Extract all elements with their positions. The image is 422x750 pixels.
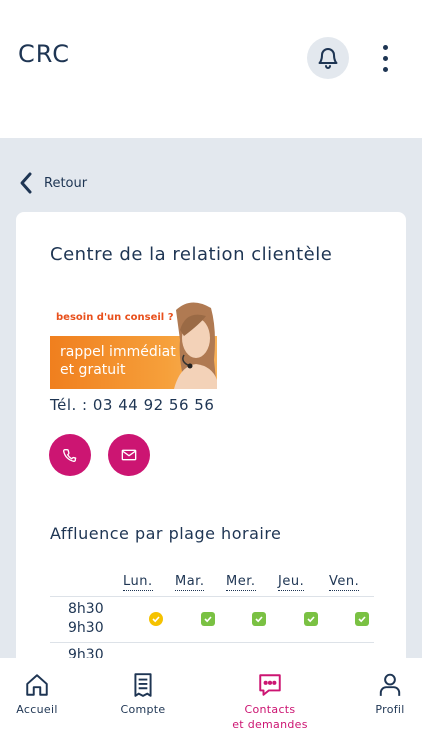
- receipt-icon: [134, 673, 152, 697]
- call-button[interactable]: [49, 434, 91, 476]
- chat-icon: [259, 674, 281, 696]
- affluence-title: Affluence par plage horaire: [50, 524, 282, 543]
- day-header-fri: Ven.: [329, 574, 360, 591]
- notifications-button[interactable]: [307, 37, 349, 79]
- table-divider: [50, 642, 374, 643]
- more-options-button[interactable]: [372, 40, 398, 76]
- app-header: CRC: [0, 0, 422, 138]
- day-header-thu: Jeu.: [278, 574, 305, 591]
- affluence-indicator: [201, 612, 215, 626]
- affluence-indicator: [304, 612, 318, 626]
- nav-item-accueil[interactable]: Accueil: [12, 672, 62, 717]
- agent-photo: [174, 302, 217, 389]
- nav-label: Compte: [120, 703, 166, 716]
- banner-line-3: et gratuit: [60, 362, 126, 378]
- nav-label: Accueil: [16, 703, 58, 716]
- card-title: Centre de la relation clientèle: [50, 244, 333, 265]
- home-icon: [26, 674, 48, 696]
- day-header-mon: Lun.: [123, 574, 153, 591]
- day-header-wed: Mer.: [226, 574, 256, 591]
- nav-item-compte[interactable]: Compte: [112, 672, 174, 717]
- page-title: CRC: [18, 40, 70, 68]
- phone-icon: [63, 448, 77, 462]
- nav-label: Profil: [375, 703, 405, 716]
- phone-number: Tél. : 03 44 92 56 56: [50, 396, 215, 414]
- nav-label: Contacts et demandes: [232, 703, 308, 731]
- affluence-indicator: [252, 612, 266, 626]
- back-label: Retour: [44, 175, 88, 191]
- table-divider: [50, 596, 374, 597]
- more-vertical-icon: [382, 44, 388, 50]
- mail-icon: [121, 449, 137, 461]
- chevron-left-icon: [20, 172, 32, 194]
- day-header-tue: Mar.: [175, 574, 205, 591]
- callback-banner[interactable]: besoin d'un conseil ? rappel immédiat et…: [50, 300, 217, 389]
- back-link[interactable]: Retour: [18, 170, 87, 196]
- banner-headline: besoin d'un conseil ?: [56, 312, 174, 323]
- bottom-navigation: Accueil Compte Contacts et demandes Prof…: [0, 658, 422, 750]
- nav-item-contacts[interactable]: Contacts et demandes: [222, 672, 318, 732]
- banner-line-2: rappel immédiat: [60, 344, 176, 360]
- email-button[interactable]: [108, 434, 150, 476]
- affluence-indicator: [355, 612, 369, 626]
- affluence-indicator: [149, 612, 163, 626]
- contact-card: Centre de la relation clientèle besoin d…: [16, 212, 406, 682]
- bell-icon: [318, 48, 338, 69]
- row-time-start: 8h30: [68, 601, 104, 617]
- nav-item-profil[interactable]: Profil: [366, 672, 414, 717]
- row-time-end: 9h30: [68, 620, 104, 636]
- user-icon: [379, 673, 401, 696]
